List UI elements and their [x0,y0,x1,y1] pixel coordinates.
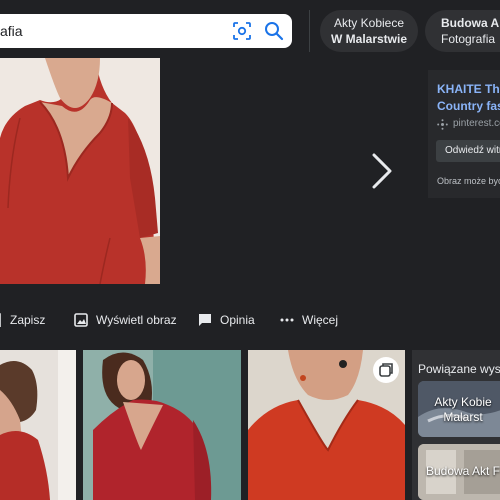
chip-line1: Budowa Akt [441,16,500,30]
similar-images-badge[interactable] [373,357,399,383]
related-search-label: Budowa Akt F [425,464,500,478]
next-image-arrow[interactable] [368,152,396,190]
search-icon[interactable] [264,21,284,41]
feedback-icon [199,314,211,326]
save-button[interactable]: Zapisz [0,311,45,329]
related-searches-heading: Powiązane wyszu [418,362,500,376]
related-image-thumbnail[interactable] [83,350,241,500]
chip-line1: Akty Kobiece [333,16,405,30]
site-favicon-icon [437,119,448,130]
copy-icon [379,363,393,377]
view-image-label: Wyświetl obraz [96,313,177,327]
visit-site-button[interactable]: Odwiedź witryn [436,140,500,162]
preview-image[interactable] [0,58,160,284]
related-search-label: Malarst [443,410,483,424]
related-searches-panel: Powiązane wyszu Akty Kobie Malarst Budow… [412,350,500,500]
chip-line2: Fotografia [441,32,496,46]
result-info-panel: KHAITE The Country fash pinterest.co Odw… [428,70,500,198]
related-image-thumbnail[interactable] [0,350,76,500]
image-icon [74,313,88,327]
search-query-text: afia [0,23,23,39]
image-results-page: afia Akty Kobiece W Malarstwie Budowa Ak… [0,0,500,500]
lens-icon[interactable] [233,22,251,40]
feedback-label: Opinia [220,313,255,327]
copyright-note: Obraz może być [437,176,500,186]
view-image-button[interactable]: Wyświetl obraz [74,311,177,329]
more-label: Więcej [302,313,339,327]
feedback-button[interactable]: Opinia [198,311,255,329]
source-name[interactable]: pinterest.co [453,118,500,129]
more-button[interactable]: Więcej [280,311,338,329]
related-search-label: Akty Kobie [434,395,492,409]
save-label: Zapisz [10,313,46,327]
chip-akty-kobiece[interactable]: Akty Kobiece W Malarstwie [320,10,418,52]
chip-budowa-akt[interactable]: Budowa Akt Fotografia [425,10,500,52]
chip-line2: W Malarstwie [330,32,408,46]
result-title[interactable]: KHAITE The Country fash [437,81,500,115]
search-input[interactable]: afia [0,14,292,48]
related-search-card[interactable]: Akty Kobie Malarst [418,381,500,437]
more-horizontal-icon [280,318,294,322]
divider [309,10,310,52]
related-search-card[interactable]: Budowa Akt F [418,444,500,500]
bookmark-icon [0,313,1,327]
